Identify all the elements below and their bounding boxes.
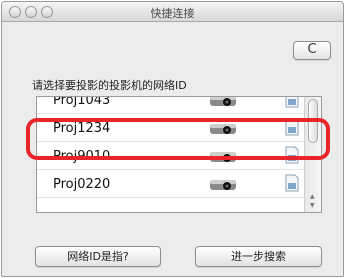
- projector-icon: [210, 180, 236, 190]
- window-title: 快捷连接: [150, 7, 195, 20]
- document-icon[interactable]: [285, 118, 299, 136]
- what-is-network-id-button[interactable]: 网络ID是指?: [35, 246, 161, 267]
- list-item[interactable]: Proj0220: [37, 170, 304, 198]
- quick-connect-window: 快捷连接 C 请选择要投影的投影机的网络ID Proj1043 Proj1234: [1, 1, 344, 277]
- list-scrollbar[interactable]: ▲ ▼: [304, 97, 321, 212]
- projector-name: Proj1043: [53, 96, 111, 108]
- projector-name: Proj0220: [53, 177, 111, 192]
- refresh-icon: C: [307, 42, 317, 57]
- advanced-search-button[interactable]: 进一步搜索: [195, 246, 322, 267]
- projector-name: Proj1234: [53, 121, 111, 136]
- projector-name: Proj9010: [53, 149, 111, 164]
- scroll-down-icon[interactable]: ▼: [310, 202, 315, 209]
- list-item[interactable]: Proj9010: [37, 142, 304, 170]
- document-icon[interactable]: [285, 146, 299, 164]
- scrollbar-thumb[interactable]: [308, 99, 318, 143]
- document-icon[interactable]: [285, 174, 299, 192]
- refresh-button[interactable]: C: [293, 41, 331, 60]
- title-bar: 快捷连接: [2, 2, 343, 22]
- document-icon[interactable]: [285, 96, 299, 108]
- projector-list[interactable]: Proj1043 Proj1234 Proj9010 Proj0220 ▲ ▼: [36, 96, 322, 213]
- select-prompt: 请选择要投影的投影机的网络ID: [32, 79, 187, 92]
- projector-icon: [210, 97, 236, 106]
- list-item[interactable]: Proj1234: [37, 114, 304, 142]
- projector-icon: [210, 152, 236, 162]
- scroll-up-icon[interactable]: ▲: [310, 193, 315, 200]
- list-item[interactable]: Proj1043: [37, 96, 304, 114]
- projector-icon: [210, 124, 236, 134]
